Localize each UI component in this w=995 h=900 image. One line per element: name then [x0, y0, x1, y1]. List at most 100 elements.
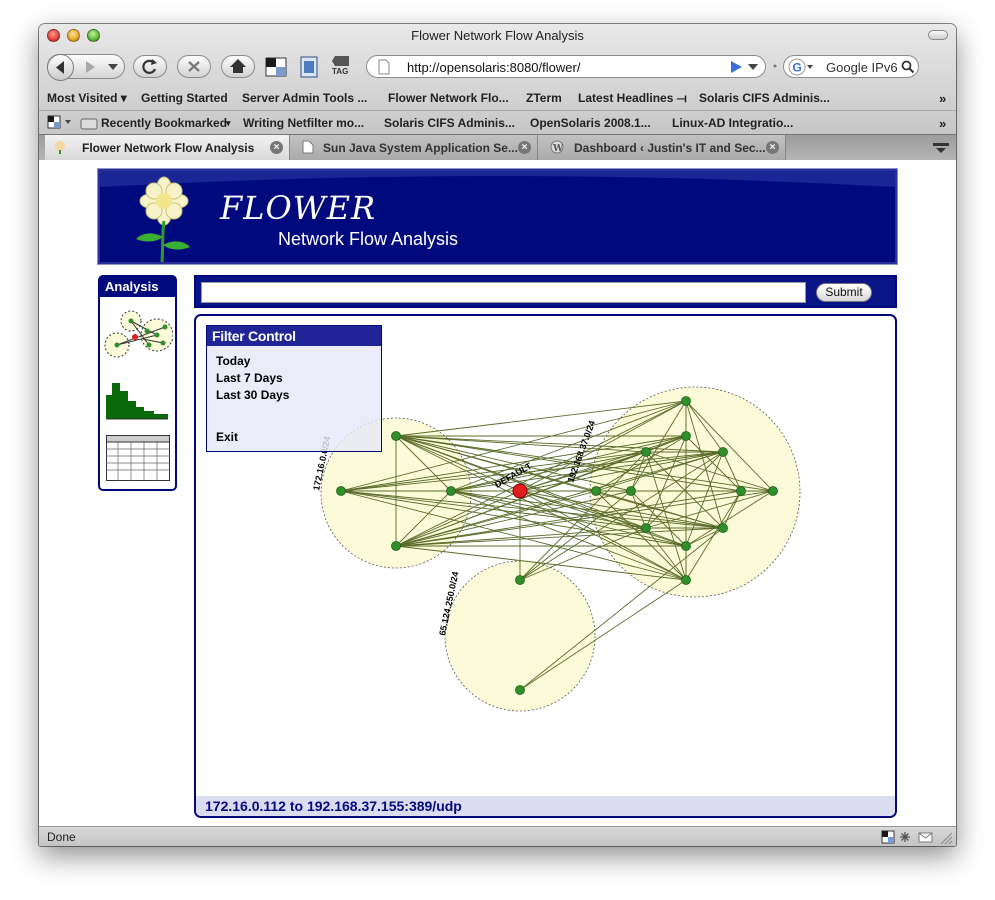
status-text: Done — [47, 830, 76, 844]
folder-icon — [80, 118, 98, 130]
google-icon[interactable]: G — [788, 58, 814, 76]
tab-dashboard[interactable]: W Dashboard ‹ Justin's IT and Sec... × — [538, 135, 786, 160]
flower-favicon-icon — [55, 141, 65, 154]
page-icon — [378, 59, 390, 75]
home-icon — [230, 59, 246, 73]
bookmark-solaris-cifs[interactable]: Solaris CIFS Adminis... — [699, 91, 830, 105]
bookmark-writing-netfilter[interactable]: Writing Netfilter mo... — [243, 116, 364, 130]
bookmark-server-admin-tools[interactable]: Server Admin Tools ... — [242, 91, 367, 105]
browser-window: Flower Network Flow Analysis TAG http://… — [39, 24, 956, 846]
table-view-icon[interactable] — [106, 435, 170, 481]
host-node[interactable] — [681, 575, 691, 585]
banner-subtitle: Network Flow Analysis — [278, 229, 459, 249]
submit-button[interactable]: Submit — [816, 283, 872, 302]
query-bar: Submit — [194, 275, 897, 308]
host-node[interactable] — [515, 685, 525, 695]
bookmark-recently-bookmarked[interactable]: Recently Bookmarked — [101, 116, 227, 130]
bookmark-flower[interactable]: Flower Network Flo... — [388, 91, 509, 105]
flower-logo-icon — [136, 176, 190, 262]
filter-last-30-days[interactable]: Last 30 Days — [216, 388, 289, 402]
query-input[interactable] — [201, 282, 806, 303]
svg-text:W: W — [552, 144, 564, 154]
bookmark-tool-icon[interactable] — [264, 56, 288, 78]
url-text[interactable]: http://opensolaris:8080/flower/ — [407, 60, 580, 75]
bookmark-zterm[interactable]: ZTerm — [526, 91, 562, 105]
filter-last-7-days[interactable]: Last 7 Days — [216, 371, 283, 385]
analysis-heading: Analysis — [100, 277, 175, 297]
stop-button[interactable] — [177, 55, 211, 78]
graph-view-icon[interactable] — [103, 309, 173, 361]
filter-today[interactable]: Today — [216, 354, 250, 368]
tab-label: Sun Java System Application Se... — [323, 141, 518, 155]
host-node[interactable] — [591, 486, 601, 496]
bookmarks-overflow-icon-2[interactable]: » — [939, 116, 946, 131]
histogram-view-icon[interactable] — [104, 377, 170, 421]
tab-sun-java[interactable]: Sun Java System Application Se... × — [290, 135, 538, 160]
toolbar-separator-dot — [773, 64, 777, 68]
host-node[interactable] — [681, 431, 691, 441]
filter-heading: Filter Control — [207, 326, 381, 346]
default-gateway-node — [512, 483, 528, 499]
recently-dropdown-icon[interactable]: ▾ — [226, 118, 231, 129]
reload-icon — [142, 59, 157, 74]
home-button[interactable] — [221, 55, 255, 78]
host-node[interactable] — [515, 575, 525, 585]
tab-close-icon[interactable]: × — [270, 141, 283, 154]
tab-close-icon[interactable]: × — [518, 141, 531, 154]
bookmark-linux-ad[interactable]: Linux-AD Integratio... — [672, 116, 793, 130]
search-engine-label[interactable]: Google IPv6 — [826, 60, 898, 75]
host-node[interactable] — [391, 541, 401, 551]
bookmarks-toolbar: Most Visited ▾ Getting Started Server Ad… — [39, 86, 956, 110]
filter-control: Filter Control Today Last 7 Days Last 30… — [206, 325, 382, 452]
bookmark-solaris-cifs-2[interactable]: Solaris CIFS Adminis... — [384, 116, 515, 130]
host-node[interactable] — [336, 486, 346, 496]
host-node[interactable] — [626, 486, 636, 496]
bookmarks-toolbar-2: Recently Bookmarked ▾ Writing Netfilter … — [39, 110, 956, 134]
go-arrow-icon[interactable] — [729, 60, 743, 74]
tab-flower[interactable]: Flower Network Flow Analysis × — [45, 135, 290, 160]
tab-close-icon[interactable]: × — [766, 141, 779, 154]
page-content: FLOWER Network Flow Analysis Analysis Su… — [39, 160, 956, 826]
host-node[interactable] — [768, 486, 778, 496]
host-node[interactable] — [736, 486, 746, 496]
host-node[interactable] — [446, 486, 456, 496]
filter-exit[interactable]: Exit — [216, 430, 238, 444]
history-dropdown-icon[interactable] — [106, 61, 120, 73]
bookmark-opensolaris[interactable]: OpenSolaris 2008.1... — [530, 116, 651, 130]
tag-icon — [332, 56, 349, 66]
page-favicon-icon — [302, 140, 314, 154]
back-forward-group — [47, 54, 125, 81]
navigation-toolbar: TAG http://opensolaris:8080/flower/ G Go… — [39, 52, 956, 82]
reload-button[interactable] — [133, 55, 167, 78]
tag-button[interactable]: TAG — [331, 54, 353, 80]
bookmark-most-visited[interactable]: Most Visited ▾ — [47, 91, 127, 105]
host-node[interactable] — [681, 396, 691, 406]
host-node[interactable] — [681, 541, 691, 551]
banner-title: FLOWER — [220, 189, 377, 227]
host-node[interactable] — [641, 447, 651, 457]
status-icons — [881, 830, 953, 845]
host-node[interactable] — [641, 523, 651, 533]
tab-list-icon[interactable] — [932, 140, 950, 154]
host-node[interactable] — [391, 431, 401, 441]
bookmark-latest-headlines[interactable]: Latest Headlines ⟞ — [578, 91, 687, 106]
stop-icon — [188, 61, 200, 72]
page-tool-icon[interactable] — [297, 55, 321, 79]
bookmarks-overflow-icon[interactable]: » — [939, 91, 946, 106]
host-node[interactable] — [718, 447, 728, 457]
tab-strip: Flower Network Flow Analysis × Sun Java … — [39, 134, 956, 160]
browser-status-bar: Done — [39, 826, 956, 846]
toolbar-toggle-button[interactable] — [928, 30, 948, 40]
analysis-panel: Analysis — [98, 275, 177, 491]
back-button[interactable] — [47, 54, 74, 81]
url-dropdown-icon[interactable] — [747, 62, 759, 72]
flower-banner: FLOWER Network Flow Analysis — [98, 169, 897, 264]
bookmark-menu-icon[interactable] — [47, 115, 73, 131]
forward-button[interactable] — [80, 57, 104, 77]
host-node[interactable] — [718, 523, 728, 533]
url-bar[interactable]: http://opensolaris:8080/flower/ — [366, 55, 766, 78]
magnifier-icon[interactable] — [901, 60, 915, 74]
title-bar: Flower Network Flow Analysis TAG http://… — [39, 24, 956, 136]
bookmark-getting-started[interactable]: Getting Started — [141, 91, 228, 105]
search-bar[interactable]: G Google IPv6 — [783, 55, 919, 78]
